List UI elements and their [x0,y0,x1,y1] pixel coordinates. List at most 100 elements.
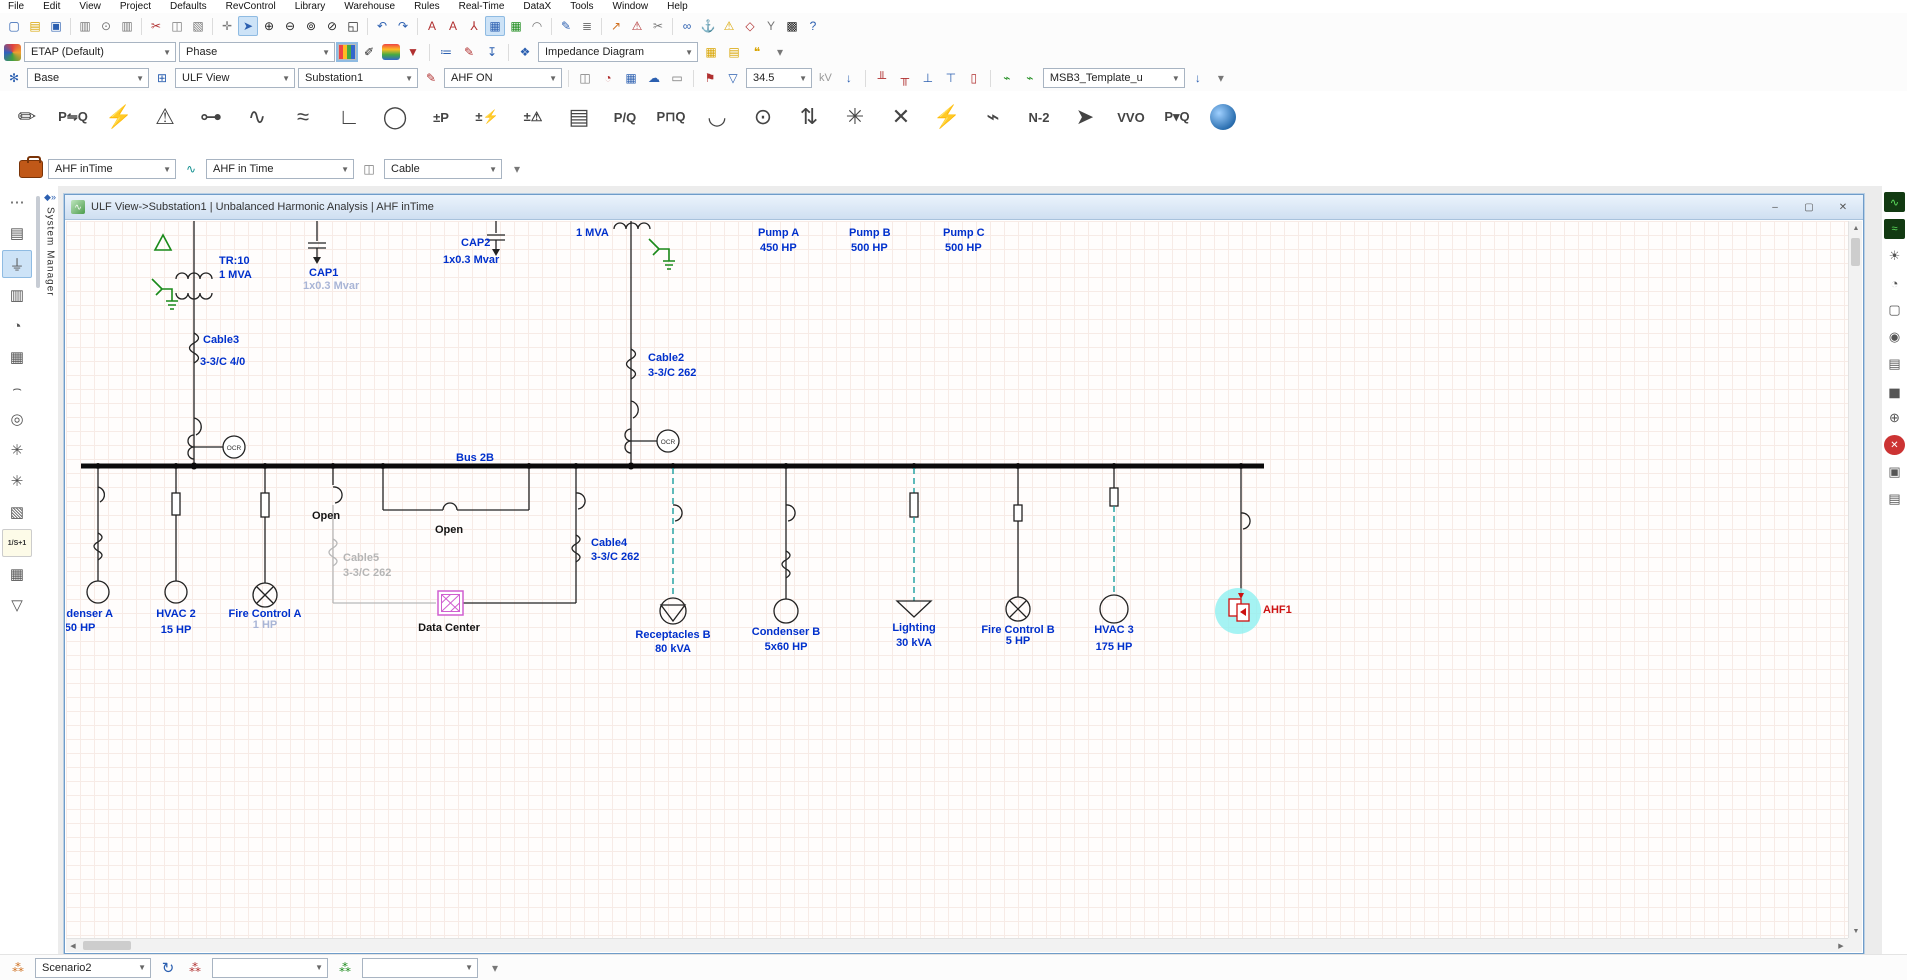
horizontal-scroll-thumb[interactable] [83,941,131,950]
element-type-combo[interactable]: Cable ▼ [384,159,502,179]
scroll-right-icon[interactable]: ▶ [1834,939,1848,953]
control-system-view-icon[interactable]: ✳ [2,436,32,464]
transfer-function-view-icon[interactable]: 1/S+1 [2,529,32,557]
hyperlink-icon[interactable]: ∞ [677,16,697,36]
trend-display-icon[interactable]: ≈ [1884,219,1905,239]
annotation-pen-icon[interactable]: ✎ [556,16,576,36]
transient-stability-mode-icon[interactable]: ≈ [286,96,320,138]
load-fire-control-a[interactable] [253,468,277,607]
panel-system-view-icon[interactable]: ▦ [2,560,32,588]
data-exchange-icon[interactable]: ▤ [1884,489,1905,509]
plug-connect-icon[interactable]: ⌁ [997,68,1017,88]
menu-help[interactable]: Help [667,1,688,12]
grid-toggle-icon[interactable]: ▦ [485,16,505,36]
fuse-device-icon[interactable]: ▯ [964,68,984,88]
load-condenser-a[interactable] [87,468,109,603]
line-parameter-mode-icon[interactable]: ⌁ [976,96,1010,138]
railway-mode-icon[interactable]: ➤ [1068,96,1102,138]
study-case-combo[interactable]: AHF ON ▼ [444,68,562,88]
unbalanced-short-circuit-mode-icon[interactable]: ±⚡ [470,96,504,138]
zoom-out-icon[interactable]: ⊖ [280,16,300,36]
study-briefcase-icon[interactable] [19,160,43,178]
recycle-view-icon[interactable]: ▽ [2,591,32,619]
star-auto-evaluation-mode-icon[interactable]: ◯ [378,96,412,138]
alert-check-icon[interactable]: ⚠ [627,16,647,36]
diagram-type-combo[interactable]: Impedance Diagram ▼ [538,42,698,62]
toolbar-overflow-icon[interactable]: ▾ [770,42,790,62]
warning-icon[interactable]: ⚠ [719,16,739,36]
save-project-icon[interactable]: ▣ [46,16,66,36]
filter-ahf1[interactable] [1215,468,1261,634]
monitor-display-icon[interactable]: ▢ [1884,300,1905,320]
scenario-tree-alt-icon[interactable]: ⁂ [185,958,205,978]
menu-edit[interactable]: Edit [43,1,60,12]
harmonic-analysis-mode-icon[interactable]: ∿ [240,96,274,138]
transformer-tr11[interactable] [614,221,650,464]
select-pointer-icon[interactable]: ➤ [238,16,258,36]
study-analyzer-icon[interactable]: ⊕ [1884,408,1905,428]
stop-abort-icon[interactable]: ✕ [1884,435,1905,455]
color-dropper-icon[interactable]: ✐ [359,42,379,62]
switch-open-mode-icon[interactable]: ✕ [884,96,918,138]
menu-revcontrol[interactable]: RevControl [226,1,276,12]
datablock-table-icon[interactable]: ▦ [701,42,721,62]
edit-properties-icon[interactable]: A [422,16,442,36]
time-slice-combo[interactable]: AHF in Time ▼ [206,159,354,179]
dock-handle[interactable]: ⋯ [2,188,32,216]
one-line-diagram-view-icon[interactable]: ⏚ [2,250,32,278]
renewable-energy-icon[interactable]: ☀ [1884,246,1905,266]
pan-icon[interactable]: ✛ [217,16,237,36]
chart-tool-icon[interactable]: ↗ [606,16,626,36]
capacitor-cap1[interactable] [308,221,326,264]
presentation-combo[interactable]: ULF View ▼ [175,68,295,88]
minimize-button[interactable]: – [1765,199,1785,215]
display-options-icon[interactable]: ▭ [667,68,687,88]
open-switch-datacenter[interactable] [333,468,342,503]
phase-switch-icon[interactable]: Y [761,16,781,36]
dock-scroll-rail[interactable] [36,196,40,288]
anchor-icon[interactable]: ⚓ [698,16,718,36]
volt-var-control-mode-icon[interactable]: P▾Q [1160,96,1194,138]
template-apply-icon[interactable]: ↓ [1188,68,1208,88]
edit-study-case-icon[interactable]: ✎ [421,68,441,88]
scroll-down-icon[interactable]: ▼ [1849,924,1863,938]
study-scenario-combo[interactable]: AHF inTime ▼ [48,159,176,179]
menu-warehouse[interactable]: Warehouse [344,1,395,12]
edit-mode-icon[interactable]: ✏ [10,96,44,138]
study-macro-combo[interactable]: ▼ [212,958,328,978]
refresh-icon[interactable]: ↻ [158,958,178,978]
open-project-icon[interactable]: ▤ [25,16,45,36]
toolbar-overflow-icon[interactable]: ▾ [507,159,527,179]
page-export-icon[interactable]: ↧ [482,42,502,62]
oneline-canvas[interactable]: TR:10 1 MVA CAP1 1x0.3 Mvar CAP2 1x0.3 M… [66,221,1848,938]
star-coordination-view-icon[interactable]: ◔ [2,312,32,340]
checklist-icon[interactable]: ≔ [436,42,456,62]
print-icon[interactable]: ▥ [75,16,95,36]
etap-logo-icon[interactable] [4,44,21,61]
time-domain-load-flow-mode-icon[interactable]: P/Q [608,96,642,138]
cable-pulling-view-icon[interactable]: ⌢ [2,374,32,402]
paste-icon[interactable]: ▧ [188,16,208,36]
menu-project[interactable]: Project [120,1,151,12]
menu-window[interactable]: Window [613,1,649,12]
menu-library[interactable]: Library [295,1,326,12]
rainbow-colors-icon[interactable] [382,44,400,60]
alarm-bell-icon[interactable]: ◉ [1884,327,1905,347]
system-combo[interactable]: Substation1 ▼ [298,68,418,88]
scenario-tree-icon[interactable]: ⁂ [8,958,28,978]
zoom-extents-icon[interactable]: ◱ [343,16,363,36]
lightning-mode-icon[interactable]: ⚡ [930,96,964,138]
menu-defaults[interactable]: Defaults [170,1,207,12]
menu-tools[interactable]: Tools [570,1,593,12]
kv-combo[interactable]: 34.5 ▼ [746,68,812,88]
star-protection-mode-icon[interactable]: ∟ [332,96,366,138]
copy-pages-icon[interactable]: ◫ [359,159,379,179]
control-system-alt-view-icon[interactable]: ✳ [2,467,32,495]
waveform-display-icon[interactable]: ∿ [1884,192,1905,212]
battery-discharge-mode-icon[interactable]: ▤ [562,96,596,138]
edit-properties-alt-icon[interactable]: A [443,16,463,36]
print-preview-icon[interactable]: ⊙ [96,16,116,36]
undo-icon[interactable]: ↶ [372,16,392,36]
gis-map-view-icon[interactable]: ▧ [2,498,32,526]
redo-icon[interactable]: ↷ [393,16,413,36]
